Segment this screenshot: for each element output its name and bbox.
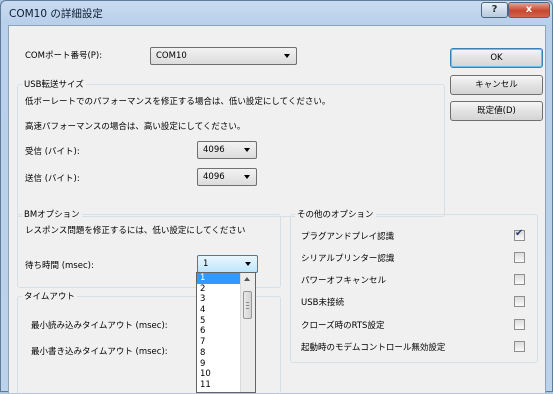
option-label-power-off-cancel: パワーオフキャンセル bbox=[301, 276, 387, 286]
bm-options-caption: BMオプション bbox=[22, 208, 82, 220]
com-port-value: COM10 bbox=[156, 51, 187, 61]
com-port-select[interactable]: COM10 bbox=[150, 47, 297, 65]
dialog-window: COM10 の詳細設定 ? x COMポート番号(P): COM10 OK キャ… bbox=[0, 0, 553, 394]
defaults-button[interactable]: 既定値(D) bbox=[450, 101, 543, 121]
latency-select[interactable]: 1 bbox=[197, 255, 258, 273]
chevron-down-icon bbox=[284, 54, 290, 58]
help-button[interactable]: ? bbox=[481, 2, 508, 18]
dialog-client-area: COMポート番号(P): COM10 OK キャンセル 既定値(D) USB転送… bbox=[8, 25, 546, 394]
receive-label: 受信 (バイト): bbox=[25, 147, 80, 157]
usb-desc-low: 低ボーレートでのパフォーマンスを修正する場合は、低い設定にしてください。 bbox=[25, 97, 331, 107]
option-label-serial-printer: シリアルプリンター認識 bbox=[301, 254, 395, 264]
window-title: COM10 の詳細設定 bbox=[9, 8, 103, 20]
other-options-caption: その他のオプション bbox=[295, 208, 376, 220]
checkbox-pnp[interactable]: ✔ bbox=[514, 228, 525, 241]
receive-size-value: 4096 bbox=[203, 145, 225, 155]
receive-size-select[interactable]: 4096 bbox=[197, 141, 257, 159]
send-size-select[interactable]: 4096 bbox=[197, 168, 257, 186]
checkbox-usb-disconnected[interactable] bbox=[514, 296, 525, 307]
grip-line bbox=[246, 308, 249, 309]
write-timeout-label: 最小書き込みタイムアウト (msec): bbox=[31, 347, 168, 357]
checkbox-modem-control[interactable] bbox=[514, 341, 525, 352]
latency-value: 1 bbox=[203, 259, 209, 269]
send-size-value: 4096 bbox=[203, 172, 225, 182]
option-label-pnp: プラグアンドプレイ認識 bbox=[301, 232, 395, 242]
option-label-usb-disconnected: USB未接続 bbox=[301, 298, 344, 308]
scroll-thumb[interactable] bbox=[243, 291, 252, 319]
grip-line bbox=[246, 305, 249, 306]
cancel-button[interactable]: キャンセル bbox=[450, 75, 543, 95]
read-timeout-label: 最小読み込みタイムアウト (msec): bbox=[31, 321, 168, 331]
usb-transfer-caption: USB転送サイズ bbox=[22, 78, 86, 90]
title-bar[interactable]: COM10 の詳細設定 ? x bbox=[1, 1, 552, 25]
checkbox-rts-on-close[interactable] bbox=[514, 319, 525, 330]
close-button[interactable]: x bbox=[508, 2, 550, 18]
checkmark-icon: ✔ bbox=[515, 228, 524, 239]
checkbox-power-off-cancel[interactable] bbox=[514, 274, 525, 285]
scroll-up-arrow-icon[interactable] bbox=[244, 277, 250, 281]
usb-desc-high: 高速パフォーマンスの場合は、高い設定にしてください。 bbox=[25, 122, 246, 132]
chevron-down-icon bbox=[245, 262, 251, 266]
option-label-rts-on-close: クローズ時のRTS設定 bbox=[301, 321, 385, 331]
chevron-down-icon bbox=[244, 148, 250, 152]
checkbox-serial-printer[interactable] bbox=[514, 252, 525, 263]
latency-label: 待ち時間 (msec): bbox=[25, 261, 94, 271]
timeout-caption: タイムアウト bbox=[22, 290, 77, 302]
send-label: 送信 (バイト): bbox=[25, 174, 80, 184]
dropdown-scrollbar[interactable] bbox=[240, 273, 255, 392]
grip-line bbox=[246, 302, 249, 303]
latency-dropdown-list[interactable]: 1 2 3 4 5 6 7 8 9 10 11 bbox=[196, 272, 256, 393]
option-label-modem-control: 起動時のモデムコントロール無効設定 bbox=[301, 343, 446, 353]
com-port-label: COMポート番号(P): bbox=[25, 51, 103, 61]
bm-desc: レスポンス問題を修正するには、低い設定にしてください bbox=[25, 226, 246, 236]
ok-button[interactable]: OK bbox=[450, 48, 543, 68]
chevron-down-icon bbox=[244, 175, 250, 179]
